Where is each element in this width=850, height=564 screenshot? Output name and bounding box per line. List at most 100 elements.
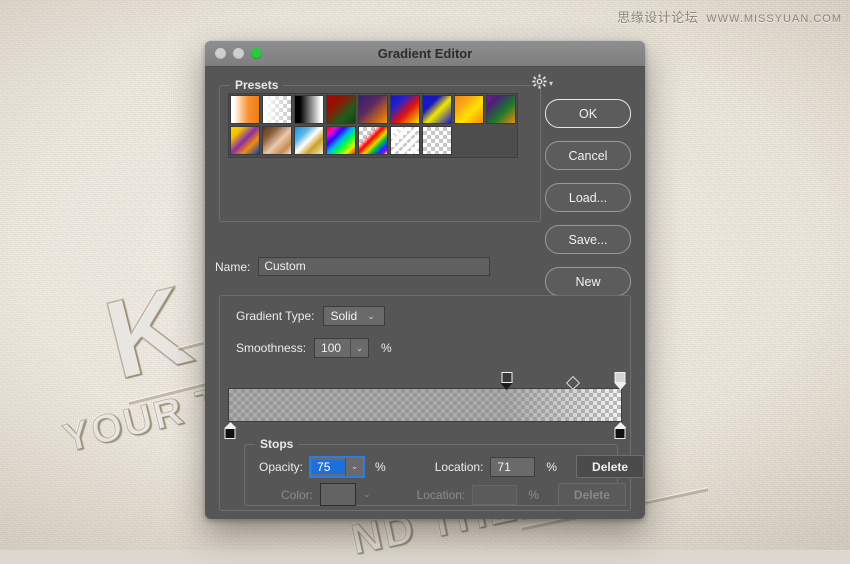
opacity-location-unit: % — [546, 460, 557, 474]
preset-swatch-fill — [231, 96, 259, 123]
color-delete-button: Delete — [558, 483, 626, 506]
color-swatch — [320, 483, 356, 506]
opacity-row: Opacity: 75 ⌄ % Location: 71 % Delete — [259, 455, 644, 478]
color-location-label: Location: — [417, 488, 466, 502]
preset-swatch[interactable] — [262, 95, 292, 124]
preset-swatch[interactable] — [390, 95, 420, 124]
gradient-type-row: Gradient Type: Solid ⌄ — [236, 306, 385, 326]
gradient-bar[interactable] — [228, 388, 622, 422]
close-button[interactable] — [215, 48, 226, 59]
preset-swatch[interactable] — [358, 95, 388, 124]
presets-label: Presets — [230, 78, 283, 92]
opacity-stop-pointer — [614, 383, 626, 390]
gear-icon[interactable]: ▾ — [532, 72, 558, 90]
button-column: OK Cancel Load... Save... New — [545, 99, 631, 296]
color-label: Color: — [281, 488, 313, 502]
opacity-label: Opacity: — [259, 460, 303, 474]
opacity-unit: % — [375, 460, 386, 474]
save-button[interactable]: Save... — [545, 225, 631, 254]
preset-swatch-fill — [455, 96, 483, 123]
zoom-button[interactable] — [251, 48, 262, 59]
opacity-location-input[interactable]: 71 — [490, 457, 535, 477]
gradient-type-value: Solid — [331, 309, 358, 323]
preset-swatch-fill — [295, 127, 323, 154]
preset-swatch[interactable] — [326, 95, 356, 124]
new-button[interactable]: New — [545, 267, 631, 296]
color-stop-handle — [615, 428, 626, 439]
presets-group: Presets ▾ — [219, 85, 541, 222]
watermark: 思缘设计论坛 WWW.MISSYUAN.COM — [617, 7, 842, 26]
opacity-stop-handle — [501, 372, 512, 383]
gradient-settings-group: Gradient Type: Solid ⌄ Smoothness: 100 ⌄… — [219, 295, 631, 511]
smoothness-field[interactable]: 100 ⌄ — [314, 338, 369, 358]
preset-swatch-fill — [423, 96, 451, 123]
watermark-url: WWW.MISSYUAN.COM — [706, 13, 842, 25]
window-controls — [205, 48, 262, 59]
opacity-location-label: Location: — [435, 460, 484, 474]
preset-swatch-fill — [391, 127, 419, 154]
opacity-value: 75 — [312, 460, 345, 474]
gradient-preview-area — [228, 372, 622, 434]
smoothness-value: 100 — [315, 341, 350, 355]
opacity-stop-handle — [615, 372, 626, 383]
gradient-type-label: Gradient Type: — [236, 309, 315, 323]
color-stop-handle — [225, 428, 236, 439]
watermark-cn: 思缘设计论坛 — [617, 7, 698, 26]
color-location-input — [472, 485, 517, 505]
preset-swatch-fill — [263, 96, 291, 123]
preset-swatch-fill — [295, 96, 323, 123]
preset-swatch-fill — [391, 96, 419, 123]
preset-swatch[interactable] — [422, 95, 452, 124]
preset-swatch[interactable] — [390, 126, 420, 155]
opacity-location-value: 71 — [497, 460, 510, 474]
preset-swatch[interactable] — [422, 126, 452, 155]
color-stop[interactable] — [224, 422, 237, 439]
smoothness-unit: % — [381, 341, 392, 355]
preset-swatch[interactable] — [262, 126, 292, 155]
preset-swatch[interactable] — [454, 95, 484, 124]
preset-swatch[interactable] — [294, 95, 324, 124]
opacity-delete-button[interactable]: Delete — [576, 455, 644, 478]
preset-swatch[interactable] — [294, 126, 324, 155]
preset-swatch-fill — [327, 127, 355, 154]
preset-swatch[interactable] — [230, 126, 260, 155]
preset-swatch-grid[interactable] — [228, 93, 518, 158]
dialog-body: Presets ▾ — [205, 67, 645, 519]
ok-button[interactable]: OK — [545, 99, 631, 128]
preset-swatch-fill — [263, 127, 291, 154]
opacity-stop-pointer — [501, 383, 513, 390]
stops-label: Stops — [255, 437, 298, 451]
preset-swatch[interactable] — [486, 95, 516, 124]
preset-swatch-fill — [487, 96, 515, 123]
name-input[interactable] — [258, 257, 490, 276]
color-stop[interactable] — [614, 422, 627, 439]
titlebar[interactable]: Gradient Editor — [205, 41, 645, 67]
name-label: Name: — [215, 260, 250, 274]
preset-swatch[interactable] — [230, 95, 260, 124]
opacity-input[interactable]: 75 ⌄ — [310, 457, 364, 477]
gear-caret-icon: ▾ — [549, 80, 553, 88]
cancel-button[interactable]: Cancel — [545, 141, 631, 170]
preset-swatch-fill — [327, 96, 355, 123]
opacity-stop[interactable] — [500, 372, 513, 390]
chevron-down-icon: ⌄ — [367, 312, 375, 321]
gradient-editor-dialog: Gradient Editor Presets — [205, 41, 645, 519]
preset-swatch-fill — [231, 127, 259, 154]
color-location-unit: % — [528, 488, 539, 502]
opacity-chevron-down-icon[interactable]: ⌄ — [345, 458, 363, 476]
gradient-type-select[interactable]: Solid ⌄ — [323, 306, 385, 326]
preset-swatch[interactable] — [358, 126, 388, 155]
opacity-stop[interactable] — [614, 372, 627, 390]
preset-swatch[interactable] — [326, 126, 356, 155]
minimize-button[interactable] — [233, 48, 244, 59]
preset-swatch-fill — [359, 127, 387, 154]
preset-swatch-fill — [359, 96, 387, 123]
smoothness-label: Smoothness: — [236, 341, 306, 355]
smoothness-row: Smoothness: 100 ⌄ % — [236, 338, 392, 358]
smoothness-chevron-down-icon[interactable]: ⌄ — [350, 339, 368, 357]
name-row: Name: — [215, 257, 490, 276]
load-button[interactable]: Load... — [545, 183, 631, 212]
color-row: Color: ⌄ Location: % Delete — [259, 483, 626, 506]
color-chevron-down-icon: ⌄ — [363, 489, 371, 500]
gradient-fill — [229, 389, 621, 421]
